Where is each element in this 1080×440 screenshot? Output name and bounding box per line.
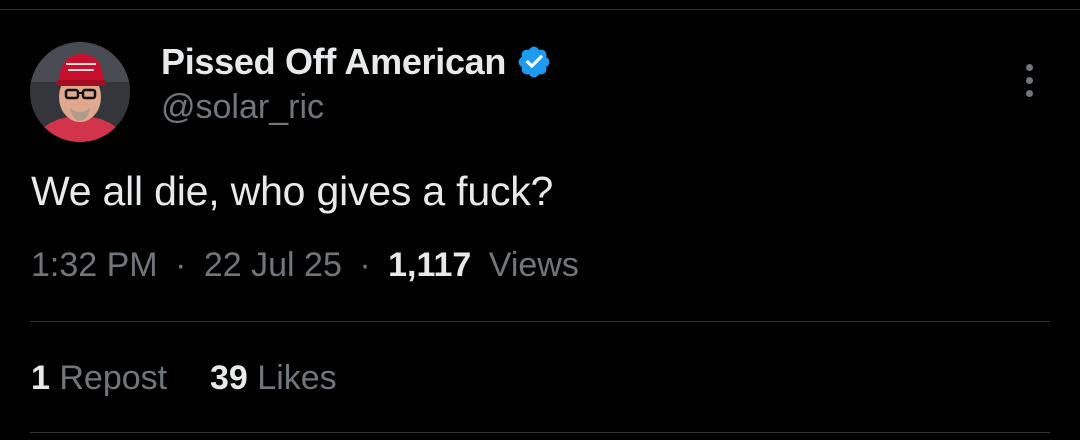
avatar[interactable] — [30, 42, 130, 142]
author-handle[interactable]: @solar_ric — [161, 88, 324, 127]
reposts-count: 1 — [31, 359, 50, 397]
reposts-label: Repost — [59, 359, 168, 397]
views-label: Views — [488, 246, 579, 284]
more-options-icon[interactable] — [1014, 58, 1044, 102]
views-count: 1,117 — [388, 246, 472, 284]
tweet-text: We all die, who gives a fuck? — [31, 168, 554, 214]
author-display-name[interactable]: Pissed Off American — [161, 41, 506, 83]
more-dot — [1025, 76, 1033, 84]
likes-count: 39 — [210, 359, 248, 397]
more-dot — [1025, 89, 1033, 97]
tweet-meta: 1:32 PM · 22 Jul 25 · 1,117 Views — [31, 246, 579, 285]
verified-badge-icon[interactable] — [516, 44, 552, 80]
reposts-stat[interactable]: 1 Repost — [31, 359, 167, 397]
meta-separator: · — [175, 246, 187, 284]
meta-separator: · — [359, 246, 371, 284]
author-name-row: Pissed Off American — [161, 40, 552, 84]
stats-divider-bottom — [30, 432, 1050, 433]
likes-label: Likes — [257, 359, 337, 397]
engagement-stats: 1 Repost 39 Likes — [31, 359, 337, 398]
more-dot — [1025, 63, 1033, 71]
tweet-time[interactable]: 1:32 PM — [31, 246, 158, 284]
top-divider — [0, 9, 1080, 10]
likes-stat[interactable]: 39 Likes — [210, 359, 337, 397]
avatar-photo — [30, 42, 130, 142]
stats-divider-top — [30, 321, 1050, 322]
tweet-date[interactable]: 22 Jul 25 — [204, 246, 342, 284]
tweet-detail: Pissed Off American @solar_ric We all di… — [0, 0, 1080, 440]
